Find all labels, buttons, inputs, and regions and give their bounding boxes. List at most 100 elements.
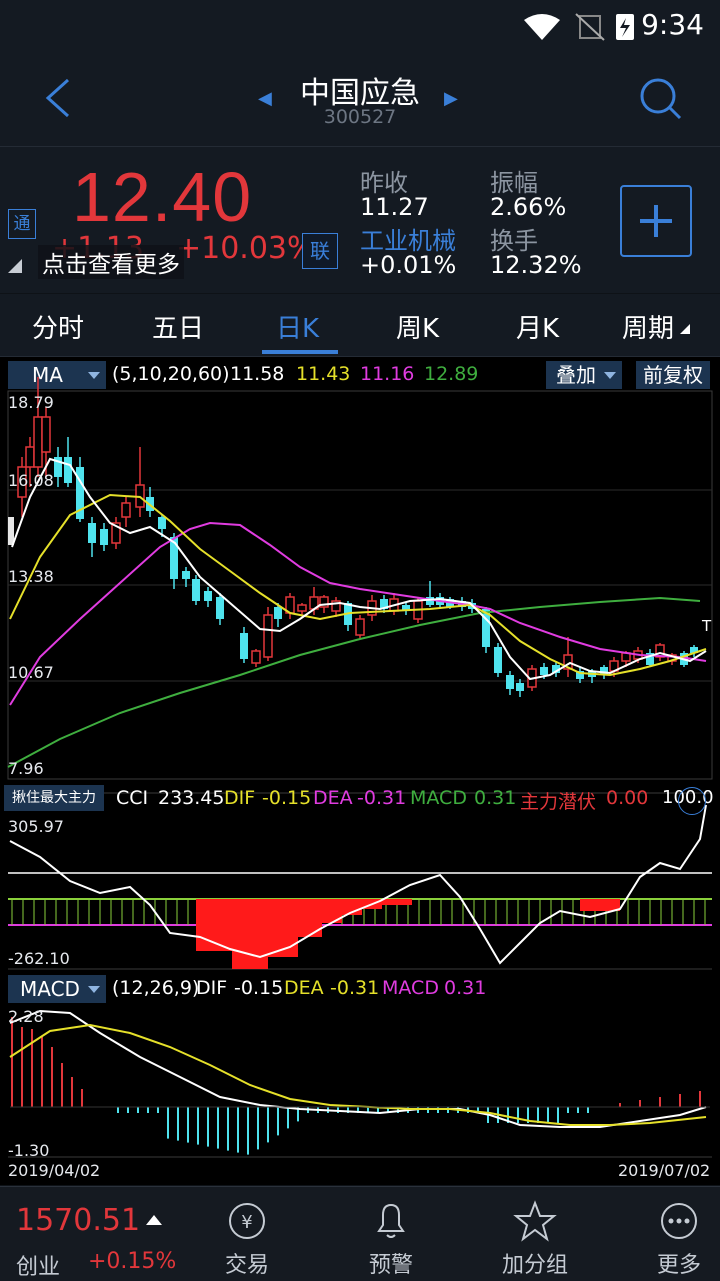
candle-body <box>274 607 282 619</box>
bottom-toolbar: 1570.51 创业 +0.15% ¥ 交易 预警 加分组 更多 <box>0 1186 720 1281</box>
tooltip-corner-icon <box>8 259 22 273</box>
settings-icon[interactable] <box>678 787 706 815</box>
macd-dif-value: -0.15 <box>234 977 284 999</box>
cci-dea-value: -0.31 <box>357 787 407 809</box>
tab-wuri[interactable]: 五日 <box>152 308 204 345</box>
t-marker: T <box>701 617 712 635</box>
tab-rik[interactable]: 日K <box>276 308 319 345</box>
turnover-value: 12.32% <box>490 251 582 279</box>
nav-add-group-label: 加分组 <box>501 1253 568 1278</box>
cci-dif-value: -0.15 <box>262 787 312 809</box>
ma60-line <box>7 596 701 768</box>
nav-trade[interactable]: ¥ 交易 <box>202 1193 292 1279</box>
tab-yuek[interactable]: 月K <box>516 308 559 345</box>
candle-body <box>297 604 307 612</box>
index-value[interactable]: 1570.51 <box>16 1203 140 1238</box>
nav-add-group[interactable]: 加分组 <box>490 1193 580 1279</box>
ma5-line <box>11 457 707 681</box>
cci-axis-bottom: -262.10 <box>8 949 70 968</box>
search-icon[interactable] <box>638 76 682 120</box>
svg-text:¥: ¥ <box>241 1212 252 1233</box>
candle-body <box>516 683 524 691</box>
macd-dif-label: DIF <box>196 977 228 999</box>
axis-l3: 13.38 <box>8 567 54 586</box>
active-tab-indicator <box>262 350 338 354</box>
quote-panel: 12.40 +1.13 +10.03% 通 联 点击查看更多 昨收 11.27 … <box>0 147 720 293</box>
tab-zhouqi[interactable]: 周期 <box>622 308 674 345</box>
candle-body <box>158 517 166 529</box>
candle-body <box>355 618 365 636</box>
candle-body <box>41 416 51 453</box>
cci-macd-label: MACD <box>410 787 467 809</box>
cci-panel <box>8 804 712 969</box>
kline-chart-area[interactable]: MA (5,10,20,60) 11.58 11.43 11.16 12.89 … <box>0 357 720 1185</box>
cci-axis-top: 305.97 <box>8 817 64 836</box>
macd-axis-bottom: -1.30 <box>8 1141 50 1160</box>
nav-more[interactable]: 更多 <box>634 1193 720 1279</box>
nav-trade-label: 交易 <box>224 1253 269 1278</box>
cci-line <box>9 804 707 965</box>
cci-macd-value: 0.31 <box>474 787 517 809</box>
status-bar: 9:34 <box>0 0 720 52</box>
add-watchlist-button[interactable] <box>620 185 692 257</box>
stock-code: 300527 <box>323 106 397 128</box>
tab-zhouk[interactable]: 周K <box>396 308 439 345</box>
macd-histogram <box>11 1017 701 1155</box>
period-tabs: 分时 五日 日K 周K 月K 周期 <box>0 294 720 357</box>
more-info-tooltip[interactable]: 点击查看更多 <box>38 245 184 279</box>
candle-body <box>263 614 273 658</box>
ma20-line <box>9 521 707 706</box>
dropdown-icon <box>88 986 100 993</box>
status-icons <box>524 13 634 41</box>
star-icon <box>513 1200 557 1242</box>
candlesticks <box>17 377 698 697</box>
axis-top: 18.79 <box>8 393 54 412</box>
header: ◀ 中国应急 ▶ 300527 <box>0 52 720 147</box>
cci-value: 233.45 <box>158 787 225 809</box>
candle-body <box>240 633 248 659</box>
candle-body <box>100 529 108 545</box>
candle-body <box>506 675 514 689</box>
candle-body <box>25 446 35 468</box>
macd-params: (12,26,9) <box>112 977 200 999</box>
macd-macd-value: 0.31 <box>444 977 487 999</box>
zhuli-bar <box>298 899 322 937</box>
zhuli-bar <box>580 899 620 911</box>
candle-body <box>121 502 131 518</box>
axis-bottom: 7.96 <box>8 759 44 778</box>
candle-body <box>204 591 212 601</box>
price-change-pct: +10.03% <box>176 231 316 266</box>
lian-badge[interactable]: 联 <box>302 233 338 269</box>
tong-badge[interactable]: 通 <box>8 209 36 239</box>
zhuli-bar <box>382 899 412 905</box>
macd-indicator-select[interactable]: MACD <box>8 975 106 1003</box>
macd-indicator-label: MACD <box>20 977 80 1001</box>
candle-body <box>88 523 96 543</box>
tab-fenshi[interactable]: 分时 <box>32 308 84 345</box>
wifi-icon <box>524 14 560 40</box>
candle-body <box>33 416 43 468</box>
nav-alert-label: 预警 <box>368 1253 413 1278</box>
candle-body <box>494 647 502 673</box>
candle-body <box>216 597 224 619</box>
zhuli-value: 0.00 <box>606 787 649 809</box>
cci-indicator-select[interactable]: 揪住最大主力 <box>4 785 104 811</box>
candle-body <box>540 667 548 675</box>
index-change: +0.15% <box>88 1249 177 1274</box>
clock: 9:34 <box>641 8 704 41</box>
trade-icon: ¥ <box>229 1203 265 1239</box>
zhuli-label: 主力潜伏 <box>520 791 597 813</box>
industry-change: +0.01% <box>360 251 457 279</box>
nav-more-label: 更多 <box>656 1253 701 1278</box>
price-cursor <box>8 517 14 545</box>
expand-up-icon[interactable] <box>146 1215 162 1225</box>
candle-body <box>182 571 190 579</box>
cci-dif-label: DIF <box>224 787 256 809</box>
index-name: 创业 <box>16 1255 61 1280</box>
axis-l4: 10.67 <box>8 663 54 682</box>
nav-alert[interactable]: 预警 <box>346 1193 436 1279</box>
candle-body <box>192 579 200 601</box>
macd-axis-top: 2.28 <box>8 1007 44 1026</box>
date-start: 2019/04/02 <box>8 1161 101 1180</box>
macd-macd-label: MACD <box>382 977 439 999</box>
